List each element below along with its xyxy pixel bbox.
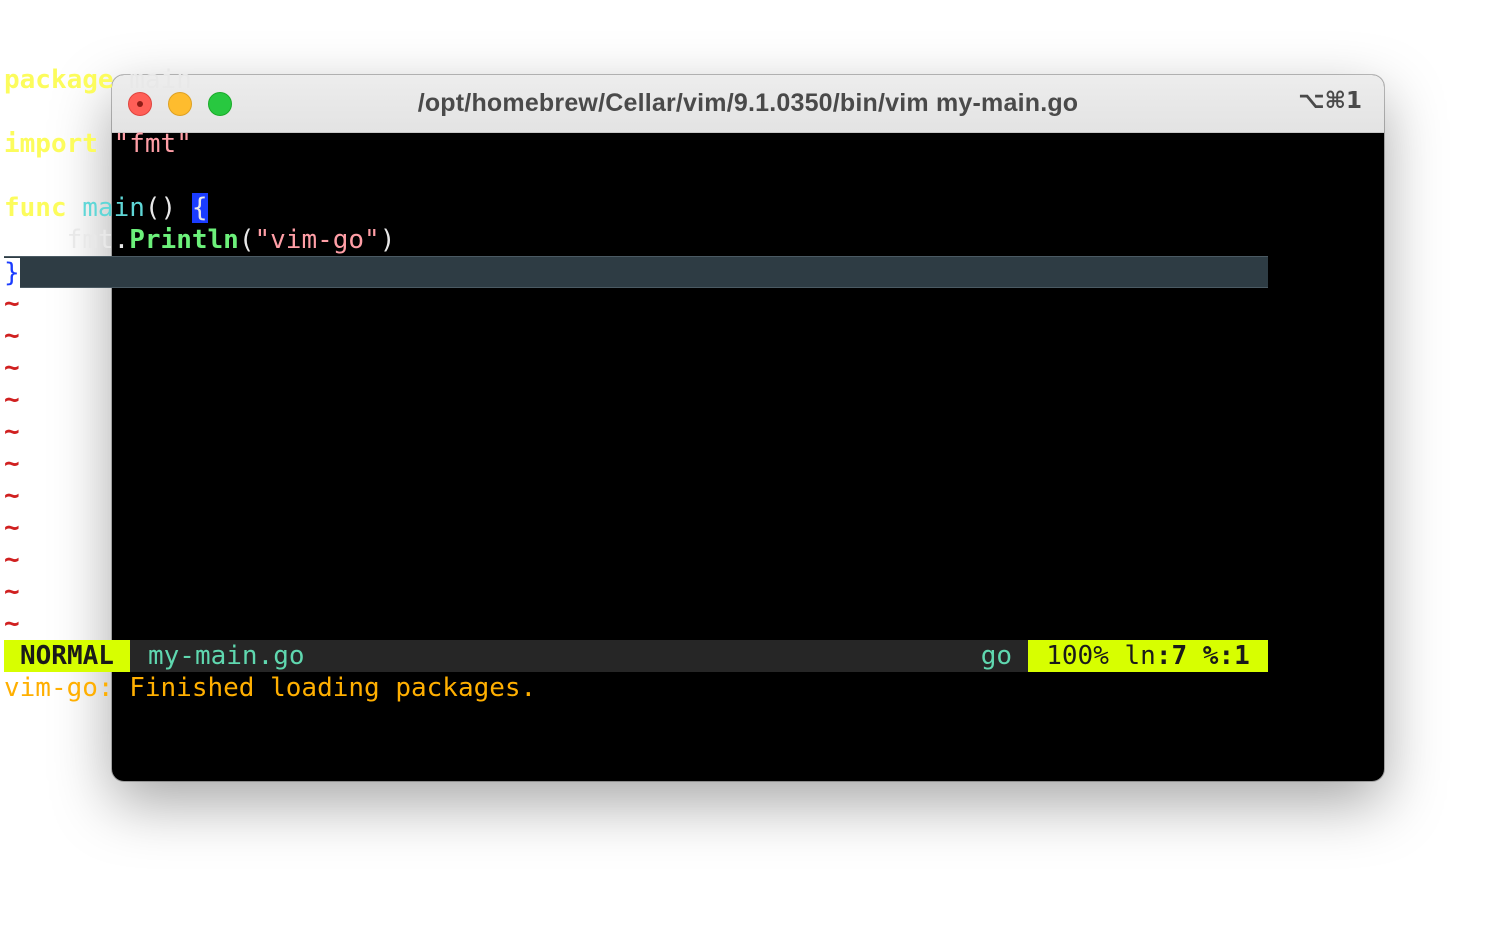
parens: () <box>144 193 192 223</box>
keyword-func: func <box>4 193 67 223</box>
status-filetype: go <box>980 641 1012 671</box>
status-filename: my-main.go <box>148 641 305 671</box>
tilde-marker: ~ <box>4 481 20 511</box>
function-name: main <box>82 193 145 223</box>
tilde-marker: ~ <box>4 609 20 639</box>
text-cursor: } <box>4 258 20 288</box>
code-line-7-current[interactable]: } <box>4 256 1268 288</box>
code-line-4[interactable] <box>4 160 1268 192</box>
tilde-marker: ~ <box>4 289 20 319</box>
tilde-marker: ~ <box>4 385 20 415</box>
package-name: main <box>113 65 192 95</box>
import-path: "fmt" <box>113 129 192 159</box>
status-percent: 100% <box>1046 641 1109 671</box>
status-position: 100% ln:7 %:1 <box>1028 640 1268 672</box>
status-line: NORMAL my-main.go go 100% ln:7 %:1 <box>4 640 1268 672</box>
keyword-package: package <box>4 65 114 95</box>
tilde-marker: ~ <box>4 577 20 607</box>
editor-buffer[interactable]: package main import "fmt" func main() { … <box>4 64 1268 640</box>
method-name: Println <box>129 225 239 255</box>
package-ref: fmt. <box>66 225 130 255</box>
tilde-marker: ~ <box>4 513 20 543</box>
status-column: %:1 <box>1202 641 1250 671</box>
code-line-5[interactable]: func main() { <box>4 192 1268 224</box>
code-line-3[interactable]: import "fmt" <box>4 128 1268 160</box>
message-line: vim-go: Finished loading packages. <box>4 673 537 703</box>
tilde-marker: ~ <box>4 417 20 447</box>
code-line-6[interactable]: fmt.Println("vim-go") <box>4 224 1268 256</box>
code-line-1[interactable]: package main <box>4 64 1268 96</box>
tilde-marker: ~ <box>4 449 20 479</box>
tilde-marker: ~ <box>4 545 20 575</box>
keyword-import: import <box>4 129 98 159</box>
string-literal: "vim-go" <box>254 225 380 255</box>
tilde-marker: ~ <box>4 353 20 383</box>
matching-brace: { <box>191 193 208 223</box>
open-paren: ( <box>238 225 255 255</box>
empty-line-markers: ~ ~ ~ ~ ~ ~ ~ ~ ~ ~ ~ <box>4 288 1268 640</box>
status-line-number: :7 <box>1155 641 1188 671</box>
close-paren: ) <box>379 225 396 255</box>
tilde-marker: ~ <box>4 321 20 351</box>
mode-indicator: NORMAL <box>4 640 130 672</box>
window-shortcut: ⌥⌘1 <box>1298 88 1362 114</box>
status-line-label: ln <box>1124 641 1156 671</box>
code-line-2[interactable] <box>4 96 1268 128</box>
